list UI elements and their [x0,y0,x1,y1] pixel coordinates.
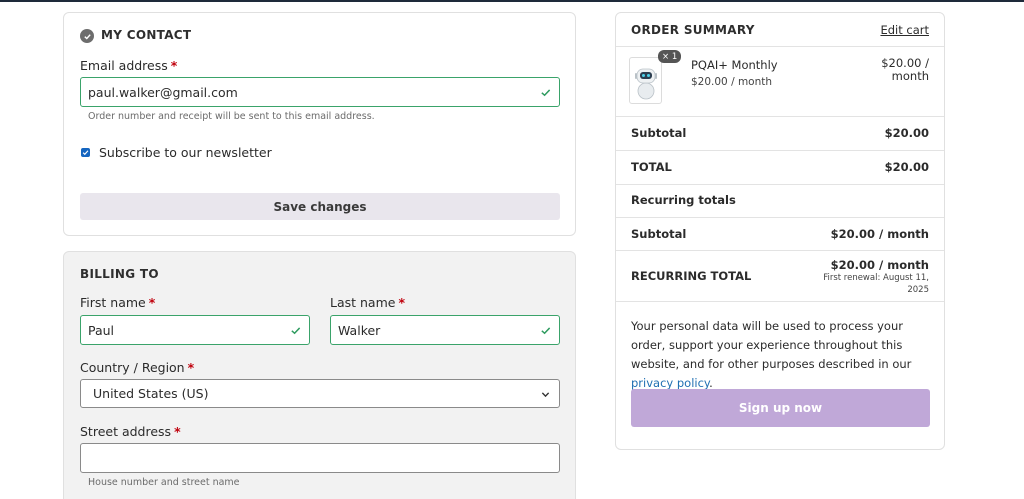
billing-section: BILLING TO First name * Paul Last name * W… [63,251,576,499]
first-name-input[interactable]: Paul [80,315,310,345]
recurring-total-label: RECURRING TOTAL [631,269,752,283]
country-select[interactable]: United States (US) [80,379,560,408]
street-address-input[interactable] [80,443,560,473]
divider [616,184,944,185]
recurring-subtotal-label: Subtotal [631,227,687,241]
recurring-subtotal-value: $20.00 / month [830,227,929,241]
divider [616,46,944,47]
email-input[interactable]: paul.walker@gmail.com [80,77,560,107]
first-renewal-date: First renewal: August 11, 2025 [823,273,929,295]
last-name-input[interactable]: Walker [330,315,560,345]
valid-check-icon [541,327,551,335]
newsletter-checkbox[interactable] [81,148,90,157]
edit-cart-link[interactable]: Edit cart [880,23,929,37]
product-unit-price: $20.00 / month [691,76,773,88]
divider [616,116,944,117]
privacy-notice: Your personal data will be used to proce… [631,319,912,390]
total-label: TOTAL [631,160,672,174]
order-summary-title: ORDER SUMMARY [631,23,755,37]
chevron-down-icon [541,392,550,398]
subtotal-value: $20.00 [884,126,929,140]
subtotal-label: Subtotal [631,126,687,140]
save-changes-button[interactable]: Save changes [80,193,560,220]
valid-check-icon [541,89,551,97]
newsletter-label: Subscribe to our newsletter [99,145,272,160]
email-label: Email address * [80,58,178,73]
product-name: PQAI+ Monthly [691,58,778,72]
country-label: Country / Region * [80,360,195,375]
required-mark: * [170,58,178,73]
contact-section: MY CONTACT Email address * paul.walker@gm… [63,12,576,236]
quantity-badge: × 1 [658,50,682,63]
product-thumbnail [629,57,662,104]
privacy-policy-link[interactable]: privacy policy [631,376,709,390]
order-summary: ORDER SUMMARY Edit cart × 1 PQAI+ Monthl… [615,12,945,450]
email-hint: Order number and receipt will be sent to… [88,111,375,122]
product-price: $20.00 / month [881,56,929,83]
completed-check-icon [80,29,94,43]
contact-title: MY CONTACT [101,28,192,42]
divider [616,150,944,151]
robot-icon [634,68,657,99]
street-hint: House number and street name [88,477,240,488]
billing-title: BILLING TO [80,267,159,281]
divider [616,301,944,302]
recurring-totals-heading: Recurring totals [631,193,736,207]
divider [616,217,944,218]
first-name-label: First name * [80,295,156,310]
street-label: Street address * [80,424,181,439]
last-name-label: Last name * [330,295,406,310]
sign-up-button[interactable]: Sign up now [631,389,930,427]
recurring-total-value: $20.00 / month [830,258,929,272]
top-bar [0,0,1024,2]
total-value: $20.00 [884,160,929,174]
valid-check-icon [291,327,301,335]
divider [616,250,944,251]
